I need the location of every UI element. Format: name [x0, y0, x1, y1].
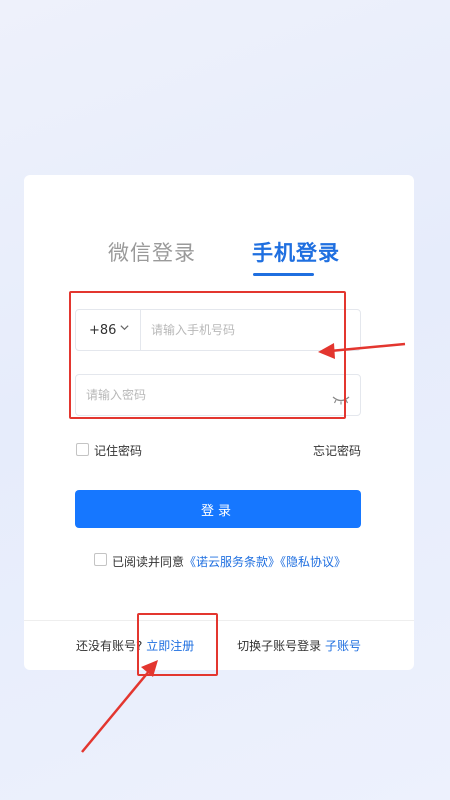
annotation-arrows: [81, 342, 406, 753]
arrow-to-phone-field: [318, 342, 406, 359]
arrow-to-register: [81, 660, 158, 753]
